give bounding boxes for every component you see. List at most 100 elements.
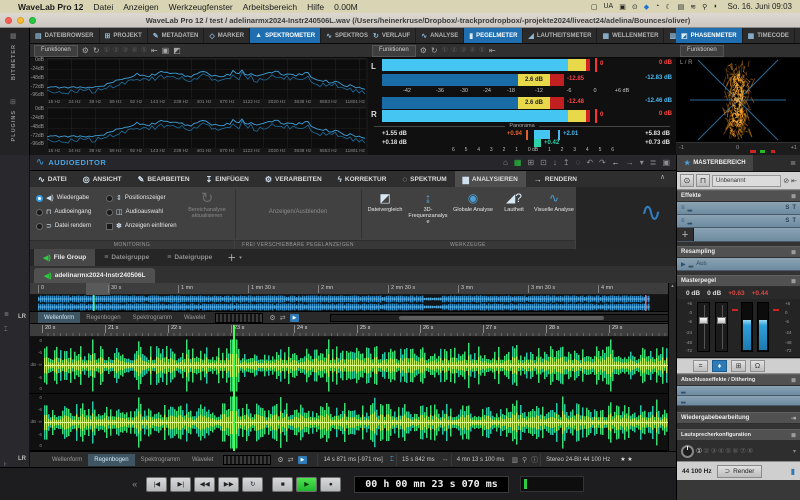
playback-cursor[interactable] [233, 325, 235, 451]
meter-tab[interactable]: ◇MARKER [204, 28, 250, 43]
section-menu-icon[interactable]: ≣ [791, 432, 796, 439]
reset-icon[interactable]: ↻ [93, 47, 100, 55]
file-group-tab[interactable]: ≡ Dateigruppe [95, 249, 158, 266]
sync-icon[interactable]: ⇄ [280, 314, 286, 322]
power-button[interactable]: ⊙ [680, 174, 694, 187]
gear-icon[interactable]: ⚙ [277, 456, 283, 464]
waveform-channel-left[interactable]: 0-6dB -∞-60 [30, 337, 668, 394]
tool-button[interactable]: T [792, 218, 796, 224]
menubar-clock[interactable]: So. 16. Juni 09:03 [728, 2, 793, 11]
menu-arbeitsbereich[interactable]: Arbeitsbereich [243, 2, 297, 12]
fader-cap[interactable] [699, 317, 708, 324]
meter-tab[interactable]: ▲SPEKTROMETER [250, 28, 321, 43]
scrollbar-thumb[interactable] [399, 316, 604, 320]
radio-icon[interactable] [36, 209, 43, 216]
goto-start-icon[interactable]: ⇤ [489, 47, 496, 55]
tool-visuelle-analyse[interactable]: ∿ Visuelle Analyse [533, 191, 575, 213]
ribbon-tab[interactable]: ↧EINFÜGEN [198, 171, 257, 187]
checkbox-icon[interactable] [106, 223, 113, 230]
volume-knob[interactable] [681, 445, 694, 458]
solo-button[interactable]: S [785, 218, 789, 224]
view-tab[interactable]: Wavelet [178, 312, 211, 324]
resampling-header[interactable]: Resampling ≣ [677, 246, 800, 258]
sync-icon[interactable]: ⇄ [288, 456, 294, 464]
go-to-end-button[interactable]: ▶| [170, 477, 191, 492]
ribbon-tab[interactable]: →RENDERN [526, 171, 585, 187]
radio-icon[interactable] [36, 223, 43, 230]
tool-3d-frequenzanalyse[interactable]: ↨ 3D-Frequenzanalyse [407, 191, 449, 225]
lock-button[interactable]: Ω [750, 360, 765, 372]
stop-button[interactable]: ■ [272, 477, 293, 492]
menubar-status-icon[interactable]: ◆ [644, 3, 649, 11]
go-to-start-button[interactable]: |◀ [146, 477, 167, 492]
dithering-slot-1[interactable]: ▂ [677, 386, 800, 396]
transport-time-display[interactable]: 00 h 00 mn 23 s 070 ms [354, 476, 508, 493]
masterbereich-tab[interactable]: ★ MASTERBEREICH [677, 155, 753, 171]
folder-icon[interactable]: ▣ [162, 47, 170, 55]
transport-collapse-icon[interactable]: « [132, 479, 137, 489]
ribbon-tab[interactable]: ▆ANALYSIEREN [455, 171, 526, 187]
magnifier-icon[interactable]: ⚲ [520, 456, 529, 464]
clip-indicator-right[interactable] [773, 309, 779, 311]
tool-button[interactable]: T [792, 205, 796, 211]
follow-playback-icon[interactable]: ▶ [298, 456, 308, 464]
effekte-header[interactable]: Effekte ≣ [677, 190, 800, 202]
speaker-preset-button[interactable]: ⑧ [747, 447, 753, 455]
ribbon-tab[interactable]: ◌SPEKTRUM [394, 171, 454, 187]
playback-processing-header[interactable]: Wiedergabebearbeitung ⇥ [677, 412, 800, 424]
render-button[interactable]: ⊃ Render [717, 465, 763, 478]
speaker-preset-button[interactable]: ⑥ [732, 447, 738, 455]
file-group-tab-active[interactable]: ◀) File Group [34, 249, 95, 266]
preset-slot-icon[interactable]: ③ [460, 47, 466, 54]
effect-slot-1[interactable]: ≡ ▂ ST [677, 202, 800, 215]
overview-waveform[interactable] [30, 295, 668, 311]
fader-left[interactable] [697, 302, 710, 352]
ribbon-tab[interactable]: ϟKORREKTUR [330, 171, 395, 187]
menubar-status-icon[interactable]: ▢ [591, 3, 598, 11]
play-button[interactable]: ▶ [296, 477, 317, 492]
ibeam-tool-icon[interactable]: ⌶ [4, 327, 8, 334]
option-positionszeiger[interactable]: ⇕ Positionszeiger [106, 192, 166, 204]
menu-hilfe[interactable]: Hilfe [307, 2, 324, 12]
editor-header-icon[interactable]: ⊞ [527, 158, 534, 167]
audio-format-readout[interactable]: Stereo 24-Bit 44 100 Hz [540, 454, 615, 466]
ribbon-collapse-icon[interactable]: ∧ [660, 173, 665, 181]
option-audioeingang[interactable]: ⊓ Audioeingang [36, 206, 91, 218]
ribbon-tab[interactable]: ✎BEARBEITEN [130, 171, 198, 187]
meter-tab[interactable]: ▤DATEIBROWSER [30, 28, 100, 43]
preset-slot-icon[interactable]: ④ [469, 47, 475, 54]
menubar-status-icon[interactable]: ▣ [619, 3, 626, 11]
add-file-group-button[interactable]: ＋ [227, 251, 236, 264]
menubar-status-icon[interactable]: ◔ [655, 3, 659, 10]
main-time-ruler[interactable]: 20 s21 s22 s23 s24 s25 s26 s27 s28 s29 s [30, 323, 668, 337]
file-group-tab[interactable]: ≡ Dateigruppe [158, 249, 221, 266]
menubar-status-icon[interactable]: ◗ [713, 3, 717, 10]
preset-slot-icon[interactable]: ④ [131, 47, 137, 54]
speaker-preset-button[interactable]: ② [703, 447, 709, 455]
speaker-config-header[interactable]: Lautsprecherkonfiguration ≣ [677, 429, 800, 441]
add-effect-button[interactable]: ＋ [677, 228, 694, 241]
view-tab[interactable]: Regenbogen [80, 312, 126, 324]
editor-header-icon[interactable]: ▣ [662, 158, 670, 167]
preset-slot-icon[interactable]: ① [442, 47, 448, 54]
overview-scrollbar[interactable] [330, 314, 672, 322]
editor-header-icon[interactable]: ▦ [514, 158, 522, 167]
editor-header-icon[interactable]: ← [612, 158, 620, 167]
speaker-preset-button[interactable]: ④ [718, 447, 724, 455]
link-faders-button[interactable]: = [693, 360, 708, 372]
editor-header-icon[interactable]: ⊡ [540, 158, 547, 167]
chevron-down-icon[interactable]: ▾ [793, 448, 796, 455]
editor-header-icon[interactable]: ⌂ [503, 158, 508, 167]
phase-funktionen-button[interactable]: Funktionen [680, 45, 724, 57]
menubar-status-icon[interactable]: ▤ [678, 3, 685, 11]
mono-downmix-button[interactable]: ♦ [712, 360, 727, 372]
goto-start-icon[interactable]: ⇤ [151, 47, 158, 55]
snapshot-icon[interactable]: ◩ [173, 47, 181, 55]
slot-drag-icon[interactable]: ≡ [681, 205, 685, 211]
overview-time-ruler[interactable]: 030 s1 mn1 mn 30 s2 mn2 mn 30 s3 mn3 mn … [30, 283, 668, 295]
forward-button[interactable]: ▶▶ [218, 477, 239, 492]
plugins-vertical-tab[interactable]: PLUGINS [11, 110, 17, 141]
speaker-preset-button[interactable]: ③ [711, 447, 717, 455]
ribbon-tab[interactable]: ⚙VERARBEITEN [257, 171, 330, 187]
favorite-stars[interactable]: ★ ★ [615, 454, 637, 466]
